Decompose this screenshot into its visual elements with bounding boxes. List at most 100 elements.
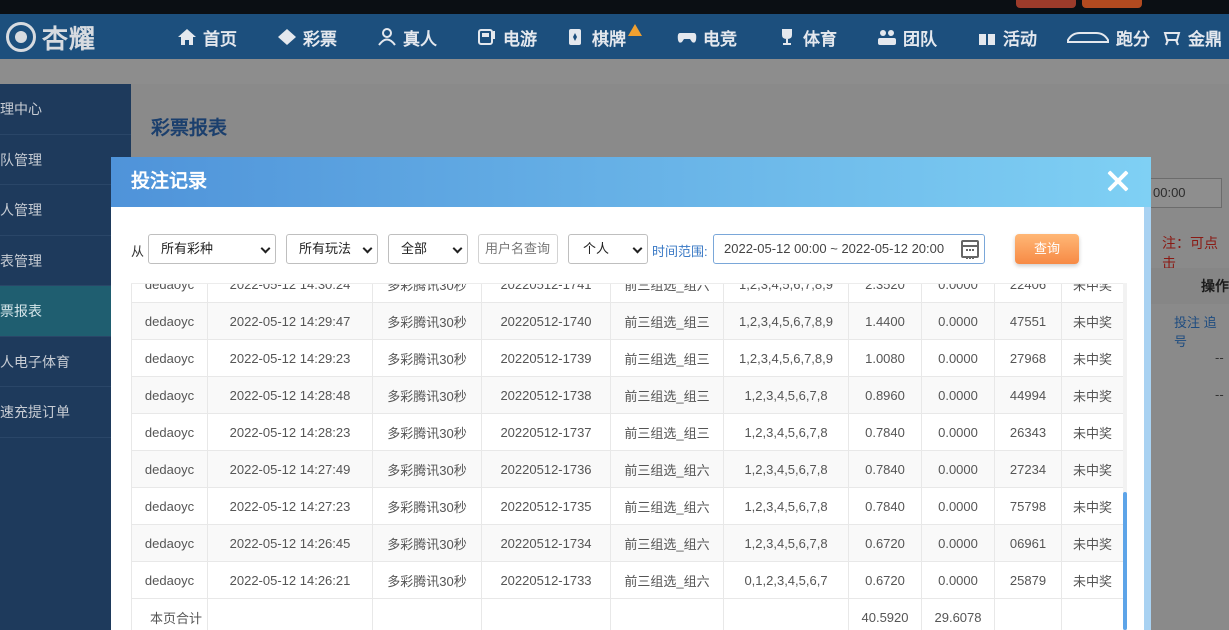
car-icon <box>1066 28 1110 46</box>
nav-item-chess[interactable]: 棋牌 <box>566 24 642 50</box>
status-cell: 未中奖 <box>1061 302 1123 340</box>
nav-item-jinding[interactable]: 金鼎 <box>1162 24 1222 50</box>
nav-item-slots[interactable]: 电游 <box>477 24 537 50</box>
table-row[interactable]: dedaoyc 2022-05-12 14:26:45 多彩腾讯30秒 2022051… <box>131 524 1123 562</box>
bet-time-cell: 2022-05-12 14:26:45 <box>207 524 373 562</box>
table-row[interactable]: dedaoyc 2022-05-12 14:29:23 多彩腾讯30秒 2022051… <box>131 339 1123 377</box>
issue-cell: 20220512-1738 <box>481 376 611 414</box>
table-row[interactable]: dedaoyc 2022-05-12 14:26:21 多彩腾讯30秒 2022051… <box>131 561 1123 599</box>
nav-item-live[interactable]: 真人 <box>377 24 437 50</box>
table-row[interactable]: dedaoyc 2022-05-12 14:27:49 多彩腾讯30秒 2022051… <box>131 450 1123 488</box>
logo-text: 杏耀 <box>42 23 97 54</box>
bet-numbers-cell: 1,2,3,4,5,6,7,8 <box>723 450 849 488</box>
bet-time-cell: 2022-05-12 14:29:47 <box>207 302 373 340</box>
empty-cell <box>481 598 611 630</box>
nav-item-esports[interactable]: 电竞 <box>677 24 737 50</box>
lottery-cell: 多彩腾讯30秒 <box>372 339 482 377</box>
bet-numbers-cell: 1,2,3,4,5,6,7,8,9 <box>723 302 849 340</box>
table-row[interactable]: dedaoyc 2022-05-12 14:27:23 多彩腾讯30秒 2022051… <box>131 487 1123 525</box>
username-cell: dedaoyc <box>131 413 208 451</box>
total-bet-sum: 40.5920 <box>848 598 922 630</box>
table-scrollbar-thumb[interactable] <box>1123 492 1127 630</box>
background-date-field[interactable]: 00:00 <box>1150 178 1222 208</box>
page-total-row: 本页合计 40.5920 29.6078 <box>131 598 1123 630</box>
bet-amount-cell: 1.4400 <box>848 302 922 340</box>
nav-item-label: 首页 <box>203 29 237 49</box>
from-label: 从 <box>131 244 145 259</box>
nav-item-label: 电竞 <box>703 29 737 49</box>
gift-icon <box>977 28 997 46</box>
page-title: 彩票报表 <box>151 118 228 139</box>
bet-numbers-cell: 1,2,3,4,5,6,7,8,9 <box>723 284 849 303</box>
status-cell: 未中奖 <box>1061 487 1123 525</box>
play-select-value: 所有玩法 <box>299 241 352 256</box>
recharge-button[interactable] <box>1016 0 1076 8</box>
nav-item-sports[interactable]: 体育 <box>777 24 837 50</box>
username-cell: dedaoyc <box>131 561 208 599</box>
play-cell: 前三组选_组三 <box>610 413 724 451</box>
nav-item-label: 活动 <box>1003 29 1037 49</box>
win-amount-cell: 0.0000 <box>921 376 995 414</box>
trophy-icon <box>777 28 797 46</box>
draw-number-cell: 27968 <box>994 339 1062 377</box>
table-row[interactable]: dedaoyc 2022-05-12 14:28:23 多彩腾讯30秒 2022051… <box>131 413 1123 451</box>
draw-number-cell: 47551 <box>994 302 1062 340</box>
scope-select[interactable]: 个人 <box>568 234 648 264</box>
table-row[interactable]: dedaoyc 2022-05-12 14:28:48 多彩腾讯30秒 2022051… <box>131 376 1123 414</box>
query-button[interactable]: 查询 <box>1015 234 1079 264</box>
withdraw-button[interactable] <box>1082 0 1142 8</box>
background-dash: -- <box>1215 387 1224 402</box>
bet-numbers-cell: 1,2,3,4,5,6,7,8 <box>723 487 849 525</box>
draw-number-cell: 44994 <box>994 376 1062 414</box>
nav-item-activity[interactable]: 活动 <box>977 24 1037 50</box>
nav-item-label: 电游 <box>503 29 537 49</box>
status-select[interactable]: 全部 <box>388 234 468 264</box>
close-icon[interactable] <box>1105 168 1131 194</box>
draw-number-cell: 06961 <box>994 524 1062 562</box>
lottery-cell: 多彩腾讯30秒 <box>372 302 482 340</box>
bet-amount-cell: 0.6720 <box>848 524 922 562</box>
home-icon <box>177 28 197 46</box>
diamond-icon <box>277 28 297 46</box>
username-input[interactable]: 用户名查询 <box>478 234 558 264</box>
win-amount-cell: 0.0000 <box>921 487 995 525</box>
date-range-input[interactable]: 2022-05-12 00:00 ~ 2022-05-12 20:00 <box>713 234 985 264</box>
lottery-cell: 多彩腾讯30秒 <box>372 487 482 525</box>
table-row[interactable]: dedaoyc 2022-05-12 14:30:24 多彩腾讯30秒 2022051… <box>131 284 1123 303</box>
table-row[interactable]: dedaoyc 2022-05-12 14:29:47 多彩腾讯30秒 2022051… <box>131 302 1123 340</box>
bet-numbers-cell: 1,2,3,4,5,6,7,8 <box>723 524 849 562</box>
nav-item-run[interactable]: 跑分 <box>1066 24 1150 50</box>
bet-amount-cell: 1.0080 <box>848 339 922 377</box>
username-placeholder: 用户名查询 <box>485 241 551 256</box>
lottery-select[interactable]: 所有彩种 <box>148 234 276 264</box>
empty-cell <box>723 598 849 630</box>
issue-cell: 20220512-1741 <box>481 284 611 303</box>
play-select[interactable]: 所有玩法 <box>286 234 378 264</box>
total-label: 本页合计 <box>131 598 208 630</box>
modal-scrollbar[interactable] <box>1144 207 1151 630</box>
issue-cell: 20220512-1734 <box>481 524 611 562</box>
play-cell: 前三组选_组六 <box>610 561 724 599</box>
play-cell: 前三组选_组六 <box>610 284 724 303</box>
sidebar-item-center[interactable]: 理中心 <box>0 84 131 135</box>
status-cell: 未中奖 <box>1061 339 1123 377</box>
draw-number-cell: 25879 <box>994 561 1062 599</box>
play-cell: 前三组选_组六 <box>610 524 724 562</box>
bet-amount-cell: 2.3520 <box>848 284 922 303</box>
nav-item-home[interactable]: 首页 <box>177 24 237 50</box>
issue-cell: 20220512-1733 <box>481 561 611 599</box>
username-cell: dedaoyc <box>131 487 208 525</box>
nav-item-team[interactable]: 团队 <box>877 24 937 50</box>
nav-item-label: 金鼎 <box>1188 29 1222 49</box>
person-icon <box>377 28 397 46</box>
records-table: dedaoyc 2022-05-12 14:30:24 多彩腾讯30秒 2022051… <box>131 283 1123 630</box>
calendar-icon[interactable] <box>961 240 979 259</box>
username-cell: dedaoyc <box>131 450 208 488</box>
nav-item-label: 真人 <box>403 29 437 49</box>
nav-item-lottery[interactable]: 彩票 <box>277 24 337 50</box>
issue-cell: 20220512-1736 <box>481 450 611 488</box>
site-logo[interactable]: 杏耀 <box>6 20 96 54</box>
empty-cell <box>372 598 482 630</box>
background-operation-links[interactable]: 投注 追号 <box>1174 312 1229 350</box>
draw-number-cell: 22406 <box>994 284 1062 303</box>
